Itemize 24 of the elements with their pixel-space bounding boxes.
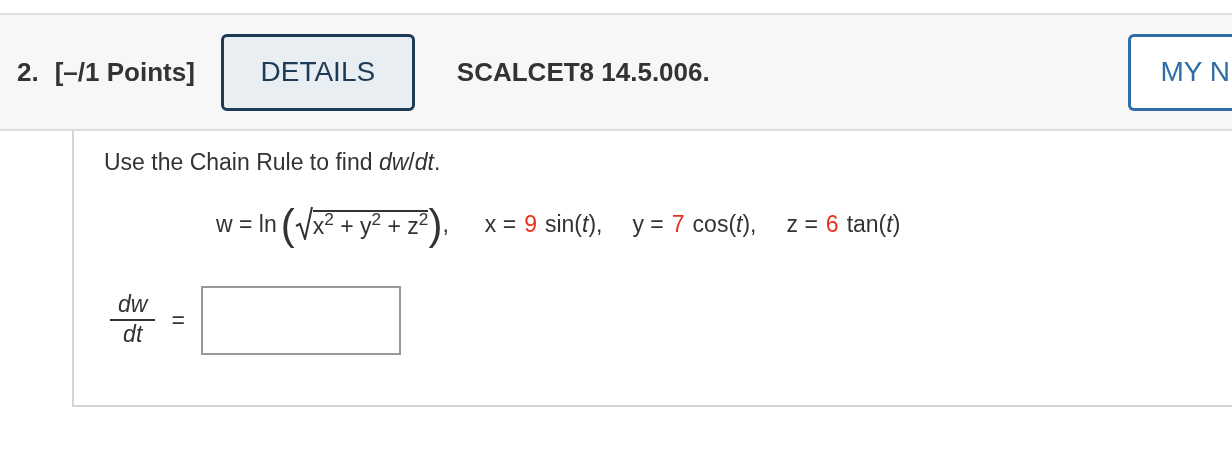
- derivative-fraction: dw dt: [110, 291, 156, 349]
- equation-rhs: sin(t),: [544, 210, 603, 240]
- question-number: 2.: [17, 55, 39, 89]
- coefficient: 9: [524, 210, 537, 240]
- equation-rhs: cos(t),: [692, 210, 757, 240]
- equals-sign: =: [171, 305, 185, 335]
- prompt-text: Use the Chain Rule to find dw/dt.: [104, 148, 442, 177]
- my-notes-button[interactable]: MY N: [1127, 33, 1232, 111]
- question-code: SCALCET8 14.5.006.: [456, 55, 710, 89]
- radicand: x$^{2}$ + y$^{2}$ + z$^{2}$: [312, 209, 429, 240]
- function-lhs: w = ln: [216, 210, 277, 240]
- parenthesis: ): [428, 203, 443, 246]
- coefficient: 6: [825, 210, 839, 240]
- equation-rhs: tan(t): [846, 210, 901, 240]
- answer-field[interactable]: [200, 285, 401, 355]
- points-label: [–/1 Points]: [54, 55, 195, 89]
- coefficient: 7: [671, 210, 685, 240]
- equation-lhs: y =: [632, 210, 664, 240]
- equation-lhs: z =: [786, 210, 818, 240]
- parenthesis: (: [280, 203, 295, 246]
- details-button[interactable]: DETAILS: [220, 33, 415, 111]
- equation-lhs: x =: [484, 210, 517, 240]
- square-root-icon: [294, 205, 313, 240]
- separator: ,: [442, 210, 449, 240]
